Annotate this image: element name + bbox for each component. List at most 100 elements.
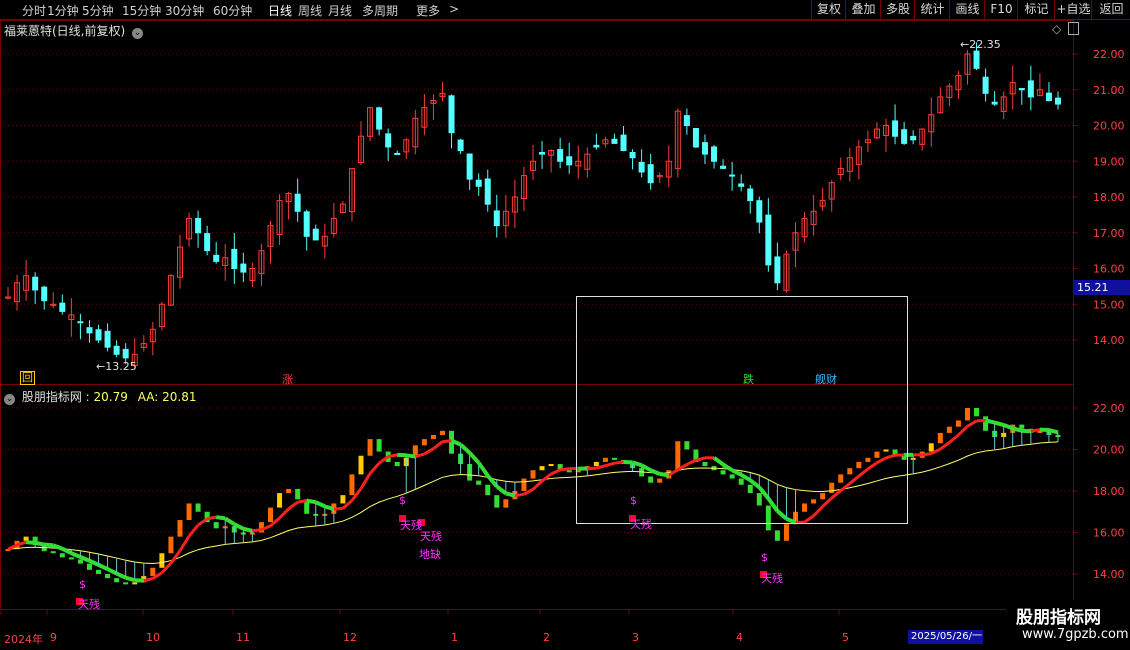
ma-line-segment bbox=[876, 456, 887, 465]
candle-body bbox=[113, 345, 120, 355]
indicator-bar bbox=[159, 553, 165, 568]
toolbar-button-8[interactable]: 返回 bbox=[1091, 0, 1130, 19]
period-tab-7[interactable]: 周线 bbox=[298, 2, 322, 19]
fall-marker[interactable]: 跌 bbox=[743, 371, 754, 387]
indicator-bar bbox=[829, 482, 835, 494]
low-price-label: ←13.25 bbox=[96, 360, 137, 373]
chart-canvas[interactable]: 22.00 21.00 20.00 19.00 18.00 17.00 16.00 15.00… bbox=[0, 20, 1130, 630]
period-toolbar: 分时 1分钟 5分钟 15分钟 30分钟 60分钟 日线 周线 月线 多周期 更多 > 复权 叠加 多股统… bbox=[0, 0, 1130, 20]
indicator-bar bbox=[874, 451, 880, 458]
signal-label: 地缺 bbox=[419, 548, 441, 561]
rise-marker[interactable]: 涨 bbox=[282, 371, 293, 387]
candle-body bbox=[104, 330, 111, 348]
candle-body bbox=[647, 164, 654, 184]
period-tab-6[interactable]: 日线 bbox=[268, 2, 292, 19]
period-tab-10[interactable]: 更多 bbox=[416, 2, 440, 19]
candle-body bbox=[385, 133, 392, 148]
toolbar-button-5[interactable]: F10 bbox=[984, 0, 1018, 19]
period-tab-1[interactable]: 1分钟 bbox=[47, 2, 79, 19]
candle-body bbox=[204, 233, 211, 252]
indicator-bar bbox=[983, 416, 989, 431]
ma-line-segment bbox=[187, 524, 200, 538]
indicator-bar bbox=[847, 468, 853, 475]
candle-body bbox=[566, 156, 573, 166]
indicator-bar bbox=[865, 457, 871, 462]
period-tab-2[interactable]: 5分钟 bbox=[82, 2, 114, 19]
aa-label: AA: bbox=[137, 390, 159, 404]
toolbar-button-3[interactable]: 统计 bbox=[914, 0, 950, 19]
indicator-bar bbox=[286, 488, 292, 494]
period-tab-8[interactable]: 月线 bbox=[328, 2, 352, 19]
candle-body bbox=[195, 218, 202, 234]
watermark-title: 股朋指标网 bbox=[1016, 608, 1101, 628]
candle-body bbox=[59, 302, 66, 312]
toolbar-button-0[interactable]: 复权 bbox=[811, 0, 846, 19]
period-tab-3[interactable]: 15分钟 bbox=[122, 2, 161, 19]
ma-line-segment bbox=[242, 526, 253, 533]
x-tick-label: 11 bbox=[236, 631, 250, 644]
ma-line-segment bbox=[406, 453, 416, 459]
candle-body bbox=[629, 152, 636, 159]
chevron-down-icon[interactable]: ⌄ bbox=[4, 394, 15, 405]
ma-line-segment bbox=[712, 456, 725, 467]
indicator-bar bbox=[23, 536, 29, 541]
toolbar-button-7[interactable]: +自选 bbox=[1054, 0, 1092, 19]
ma-line-segment bbox=[206, 515, 217, 521]
finance-marker[interactable]: 舰财 bbox=[815, 371, 837, 387]
candle-body bbox=[692, 128, 699, 148]
indicator-bar bbox=[59, 553, 65, 558]
indicator-bar bbox=[720, 470, 726, 475]
indicator-bar bbox=[485, 484, 491, 496]
indicator-bar bbox=[123, 582, 129, 585]
review-marker[interactable]: 回 bbox=[20, 371, 35, 385]
period-tab-9[interactable]: 多周期 bbox=[362, 2, 398, 19]
toolbar-button-2[interactable]: 多股 bbox=[880, 0, 915, 19]
y-tick-label: 20.00 bbox=[1093, 120, 1125, 133]
toolbar-button-6[interactable]: 标记 bbox=[1017, 0, 1055, 19]
candle-body bbox=[86, 327, 93, 334]
ma-line-segment bbox=[867, 461, 878, 471]
indicator-bar bbox=[964, 408, 970, 421]
indicator-bar bbox=[195, 503, 201, 512]
chevron-right-icon[interactable]: > bbox=[449, 2, 459, 16]
ma-line-segment bbox=[514, 492, 525, 498]
toolbar-button-4[interactable]: 画线 bbox=[949, 0, 985, 19]
indicator-bar bbox=[937, 432, 943, 444]
indicator-bar bbox=[566, 470, 572, 473]
indicator-bar bbox=[765, 505, 771, 531]
y-tick-label: 18.00 bbox=[1093, 485, 1125, 498]
ma-line-segment bbox=[614, 460, 624, 465]
indicator-bar bbox=[593, 461, 599, 467]
candle-body bbox=[376, 107, 383, 130]
watermark-url: www.7gpzb.com bbox=[1022, 627, 1129, 642]
ma-line-segment bbox=[922, 452, 932, 457]
ma-line-segment bbox=[541, 472, 553, 483]
candle-body bbox=[901, 129, 908, 144]
ma-line-segment bbox=[649, 468, 661, 476]
y-tick-label: 16.00 bbox=[1093, 263, 1125, 276]
toolbar-button-1[interactable]: 叠加 bbox=[845, 0, 881, 19]
panel-toggle-icon[interactable] bbox=[1068, 22, 1079, 35]
chevron-down-icon[interactable]: ⌄ bbox=[132, 28, 144, 39]
period-tab-0[interactable]: 分时 bbox=[22, 2, 46, 19]
indicator-bar bbox=[213, 522, 219, 529]
indicator-bar bbox=[657, 478, 663, 483]
ma-line-segment bbox=[631, 460, 643, 468]
main-chart-title: 福莱蒽特(日线,前复权) ⌄ bbox=[4, 22, 144, 39]
ma-line-segment bbox=[387, 453, 398, 459]
candle-body bbox=[95, 329, 102, 341]
indicator-bar bbox=[928, 443, 934, 452]
ma-line-segment bbox=[948, 433, 960, 444]
indicator-bar bbox=[68, 557, 74, 560]
period-tab-5[interactable]: 60分钟 bbox=[213, 2, 252, 19]
indicator-bar bbox=[349, 474, 355, 496]
ma-line-segment bbox=[442, 439, 452, 444]
diamond-icon[interactable]: ◇ bbox=[1052, 22, 1061, 36]
candle-body bbox=[701, 142, 708, 155]
indicator-bar bbox=[277, 493, 283, 508]
y-tick-label: 16.00 bbox=[1093, 527, 1125, 540]
candle-body bbox=[973, 50, 980, 69]
ma-line-segment bbox=[287, 500, 299, 511]
period-tab-4[interactable]: 30分钟 bbox=[165, 2, 204, 19]
ma-line-segment bbox=[939, 441, 951, 451]
